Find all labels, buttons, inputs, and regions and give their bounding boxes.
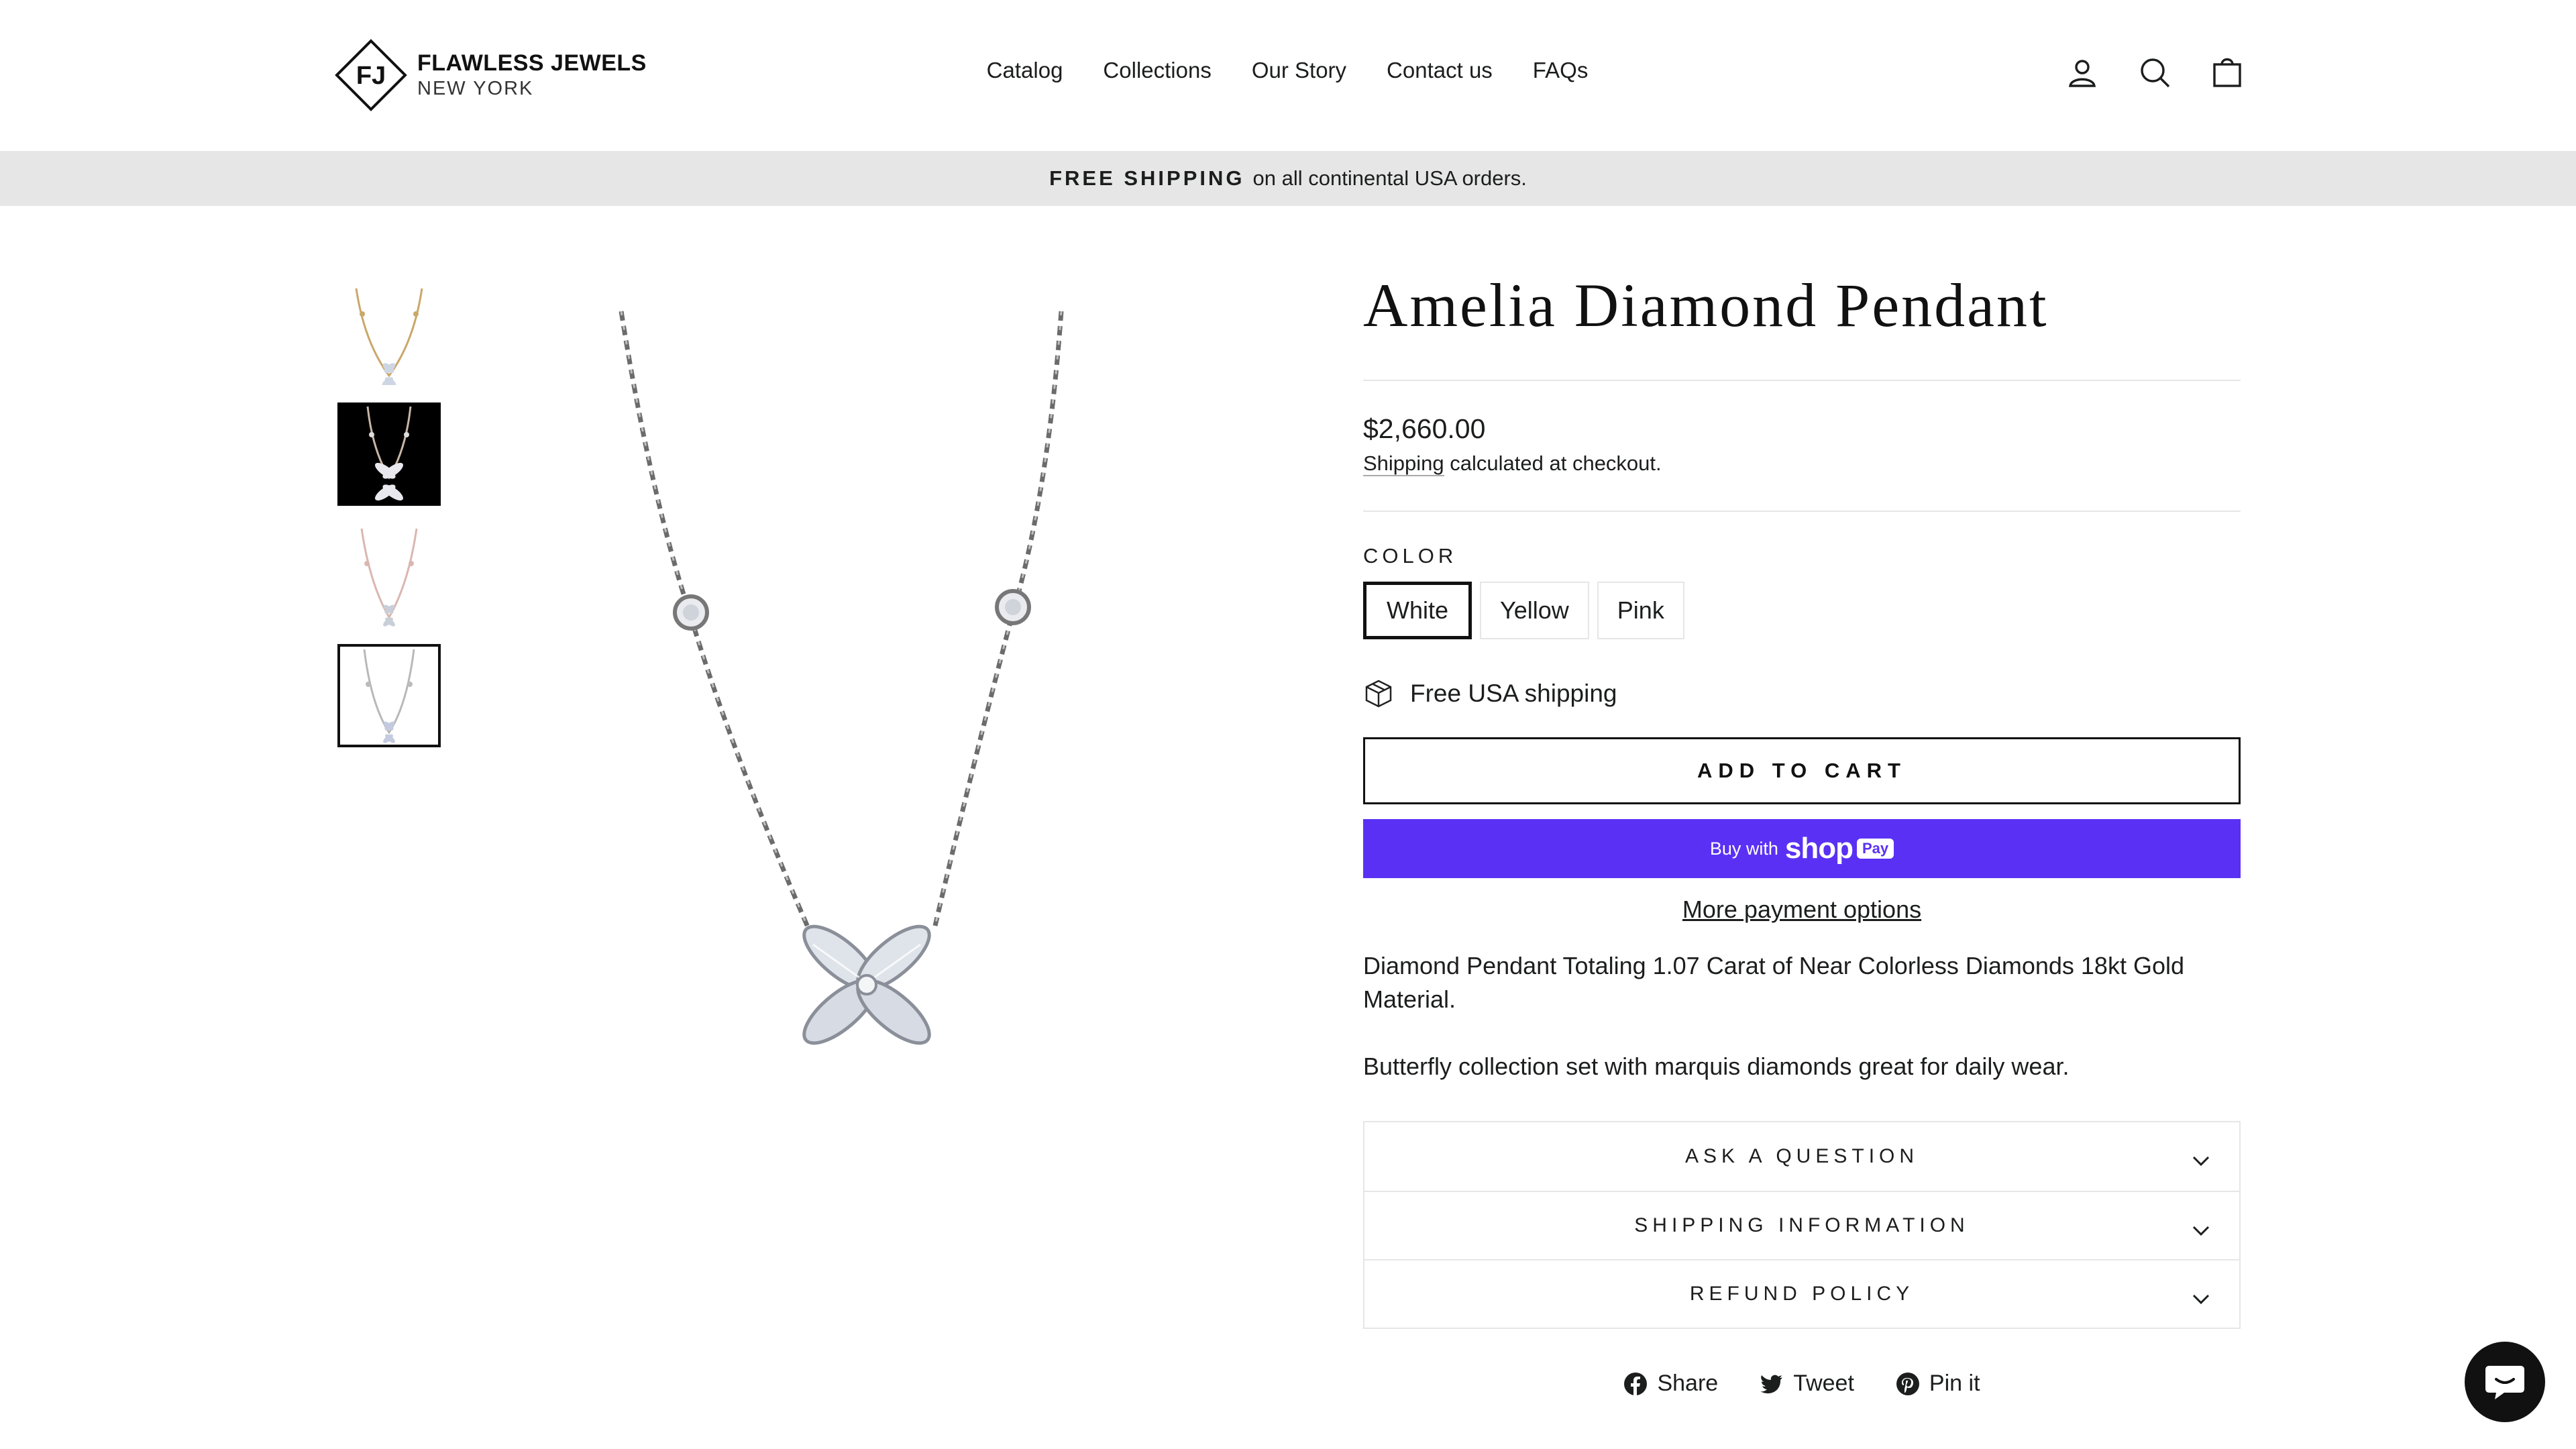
product-title: Amelia Diamond Pendant [1363,271,2049,339]
color-label: COLOR [1363,544,1458,568]
tweet-label: Tweet [1793,1371,1854,1397]
nav-faqs[interactable]: FAQs [1513,58,1609,83]
chevron-down-icon [2192,1287,2210,1305]
chat-button[interactable] [2465,1342,2545,1422]
share-twitter-link[interactable]: Tweet [1760,1371,1854,1397]
thumbnail-white-selected[interactable] [337,644,441,747]
thumbnail-yellow[interactable] [337,282,441,385]
accordion-ask-a-question[interactable]: ASK A QUESTION [1364,1122,2239,1191]
share-pinterest-link[interactable]: Pin it [1896,1371,1980,1397]
add-to-cart-button[interactable]: ADD TO CART [1363,737,2241,805]
social-share: Share Tweet Pin it [1363,1371,2241,1397]
header-icons [2066,56,2243,89]
announcement-text: on all continental USA orders. [1252,166,1527,190]
color-option-white[interactable]: White [1363,582,1472,640]
accordion-shipping-information[interactable]: SHIPPING INFORMATION [1364,1191,2239,1259]
nav-contact-us[interactable]: Contact us [1366,58,1513,83]
product-price: $2,660.00 [1363,413,1486,445]
main-product-image[interactable] [550,282,1221,1087]
shop-pay-badge: Pay [1857,839,1894,859]
description-paragraph: Diamond Pendant Totaling 1.07 Carat of N… [1363,952,2184,1014]
accordion-refund-policy[interactable]: REFUND POLICY [1364,1259,2239,1328]
search-icon[interactable] [2139,56,2171,89]
color-option-yellow[interactable]: Yellow [1480,582,1589,640]
nav-catalog[interactable]: Catalog [967,58,1083,83]
shipping-note: Shipping calculated at checkout. [1363,451,2241,477]
chat-icon [2485,1366,2524,1399]
shipping-link[interactable]: Shipping [1363,451,1444,477]
announcement-bar: FREE SHIPPING on all continental USA ord… [0,151,2576,206]
product-description: Diamond Pendant Totaling 1.07 Carat of N… [1363,949,2241,1083]
divider [1363,511,2241,513]
chevron-down-icon [2192,1149,2210,1167]
facebook-icon [1624,1372,1648,1396]
nav-collections[interactable]: Collections [1083,58,1231,83]
color-swatches: White Yellow Pink [1363,582,2241,640]
shipping-note-text: calculated at checkout. [1450,451,1662,476]
color-option-pink[interactable]: Pink [1597,582,1684,640]
more-payment-options-link[interactable]: More payment options [1363,896,2241,924]
site-header: FJ FLAWLESS JEWELS NEW YORK Catalog Coll… [0,0,2576,151]
share-facebook-link[interactable]: Share [1623,1371,1718,1397]
description-paragraph: Butterfly collection set with marquis di… [1363,1053,2070,1081]
twitter-icon [1760,1375,1783,1393]
accordion-label: ASK A QUESTION [1684,1145,1919,1168]
thumbnail-pink[interactable] [337,523,441,627]
info-accordion: ASK A QUESTION SHIPPING INFORMATION REFU… [1363,1121,2241,1330]
shop-pay-button[interactable]: Buy with shop Pay [1363,819,2241,879]
free-shipping-text: Free USA shipping [1410,680,1617,708]
accordion-label: SHIPPING INFORMATION [1634,1214,1970,1237]
account-icon[interactable] [2066,56,2098,89]
free-shipping-note: Free USA shipping [1363,678,2241,709]
shop-pay-logo: shop [1784,832,1854,865]
pinterest-icon [1896,1372,1919,1395]
thumbnail-black-background[interactable] [337,402,441,506]
accordion-label: REFUND POLICY [1689,1283,1915,1305]
package-icon [1365,680,1392,708]
nav-our-story[interactable]: Our Story [1232,58,1366,83]
shop-pay-buy-with: Buy with [1709,838,1778,859]
chevron-down-icon [2192,1219,2210,1236]
share-label: Share [1657,1371,1719,1397]
thumbnail-gallery [337,282,441,765]
product-info: Amelia Diamond Pendant $2,660.00 Shippin… [1363,271,2241,1397]
cart-icon[interactable] [2211,56,2243,89]
announcement-bold: FREE SHIPPING [1049,166,1245,190]
pin-label: Pin it [1929,1371,1980,1397]
divider [1363,380,2241,382]
